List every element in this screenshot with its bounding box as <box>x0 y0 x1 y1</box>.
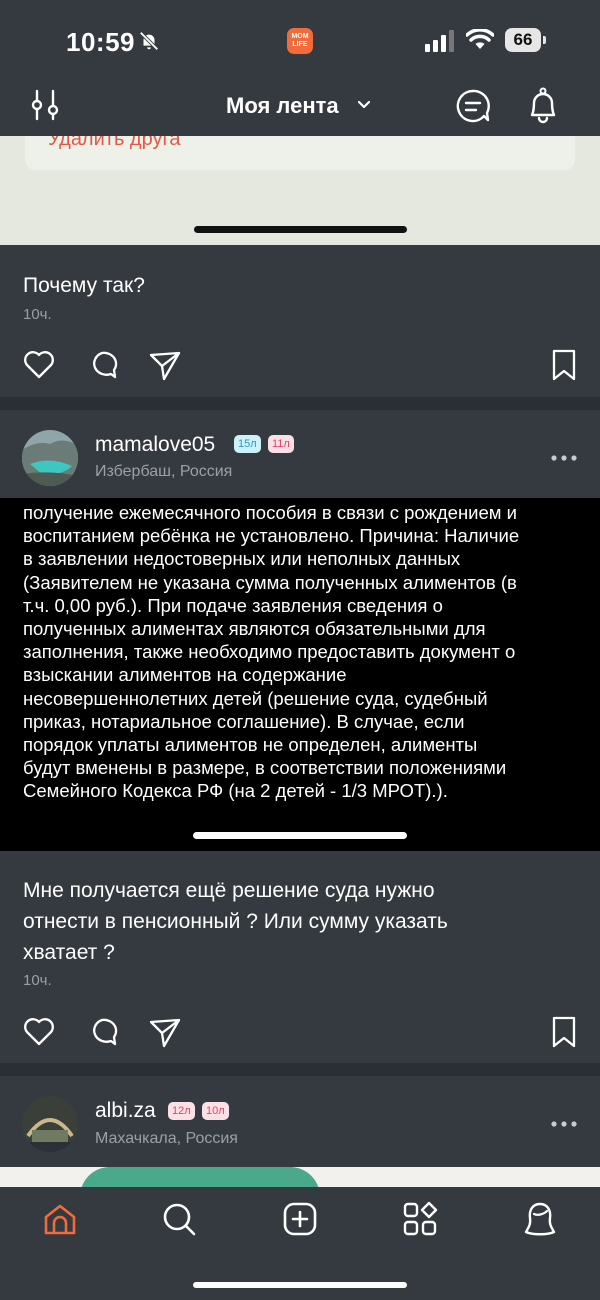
more-icon[interactable] <box>551 1120 577 1128</box>
media-shape <box>80 1167 320 1187</box>
profile-icon[interactable] <box>522 1201 558 1237</box>
image-text-line: получение ежемесячного пособия в связи с… <box>23 502 517 523</box>
heart-icon[interactable] <box>22 348 56 382</box>
app-badge: MOM LIFE <box>287 28 313 54</box>
media-scroll-handle <box>194 226 407 233</box>
feed-title[interactable]: Моя лента <box>226 93 339 119</box>
home-icon[interactable] <box>42 1201 78 1237</box>
status-bar: 10:59 MOM LIFE 66 <box>0 0 600 80</box>
caption-line: отнести в пенсионный ? Или сумму указать <box>23 910 448 933</box>
media-scroll-handle <box>193 832 407 839</box>
image-text-line: (Заявителем не указана сумма полученных … <box>23 571 517 593</box>
image-text-line: взыскании алиментов на содержание <box>23 664 347 686</box>
bookmark-icon[interactable] <box>547 348 581 382</box>
post-caption: Мне получается ещё решение суда нужно от… <box>23 875 448 968</box>
home-indicator <box>193 1282 407 1288</box>
signal-icon <box>425 30 454 52</box>
child-age-badge: 10л <box>202 1102 229 1120</box>
image-text-line: воспитанием ребёнка не установлено. Прич… <box>23 525 520 547</box>
image-text-line: Семейного Кодекса РФ (на 2 детей - 1/3 М… <box>23 780 448 802</box>
bookmark-icon[interactable] <box>547 1015 581 1049</box>
image-text-line: приказ, нотариальное соглашение). В случ… <box>23 710 465 732</box>
child-age-badge: 15л <box>234 435 261 453</box>
share-icon[interactable] <box>148 348 182 382</box>
post-image-partial[interactable] <box>0 1167 600 1187</box>
services-icon[interactable] <box>402 1201 438 1237</box>
image-text-line: т.ч. 0,00 руб.). При подаче заявления св… <box>23 594 443 616</box>
post-time: 10ч. <box>23 972 52 989</box>
chat-icon[interactable] <box>454 87 492 125</box>
wifi-icon <box>466 29 494 49</box>
more-icon[interactable] <box>551 454 577 462</box>
post-time: 10ч. <box>23 306 52 323</box>
search-icon[interactable] <box>161 1201 197 1237</box>
child-age-badge: 12л <box>168 1102 195 1120</box>
post-location: Избербаш, Россия <box>95 463 233 480</box>
comment-icon[interactable] <box>85 348 119 382</box>
post-username[interactable]: mamalove05 <box>95 433 215 457</box>
caption-line: хватает ? <box>23 941 115 964</box>
heart-icon[interactable] <box>22 1015 56 1049</box>
image-text-line: заполнения, также необходимо предоставит… <box>23 641 516 663</box>
image-text-line: полученных алиментах являются обязательн… <box>23 618 486 640</box>
child-age-badge: 11л <box>268 435 294 453</box>
bell-slash-icon <box>139 31 159 51</box>
feed-header: Моя лента <box>0 80 600 136</box>
chevron-down-icon[interactable] <box>356 97 372 113</box>
filter-icon[interactable] <box>28 88 62 122</box>
battery-tip <box>543 36 546 44</box>
image-text-line: будут вменены в размере, в соответствии … <box>23 757 507 779</box>
share-icon[interactable] <box>148 1015 182 1049</box>
post-location: Махачкала, Россия <box>95 1130 238 1147</box>
image-text: получение ежемесячного пособия в связи с… <box>23 501 583 803</box>
avatar[interactable] <box>22 430 78 486</box>
post-media-partial[interactable]: Удалить друга <box>0 136 600 245</box>
post-caption: Почему так? <box>23 274 145 297</box>
caption-line: Мне получается ещё решение суда нужно <box>23 879 435 902</box>
avatar[interactable] <box>22 1096 78 1152</box>
image-text-line: несовершеннолетних детей (решение суда, … <box>23 687 488 709</box>
media-partial-text: Удалить друга <box>48 136 181 150</box>
battery-indicator: 66 <box>505 28 541 52</box>
status-time: 10:59 <box>66 27 135 57</box>
bottom-tab-bar <box>0 1187 600 1300</box>
image-text-line: в заявлении недостоверных или неполных д… <box>23 548 461 570</box>
add-icon[interactable] <box>282 1201 318 1237</box>
post-divider <box>0 1063 600 1076</box>
image-text-line: порядок уплаты алиментов не определен, а… <box>23 734 478 756</box>
notifications-icon[interactable] <box>524 85 562 125</box>
post-image[interactable]: получение ежемесячного пособия в связи с… <box>0 498 600 851</box>
post-divider <box>0 397 600 410</box>
post-username[interactable]: albi.za <box>95 1099 156 1123</box>
comment-icon[interactable] <box>85 1015 119 1049</box>
